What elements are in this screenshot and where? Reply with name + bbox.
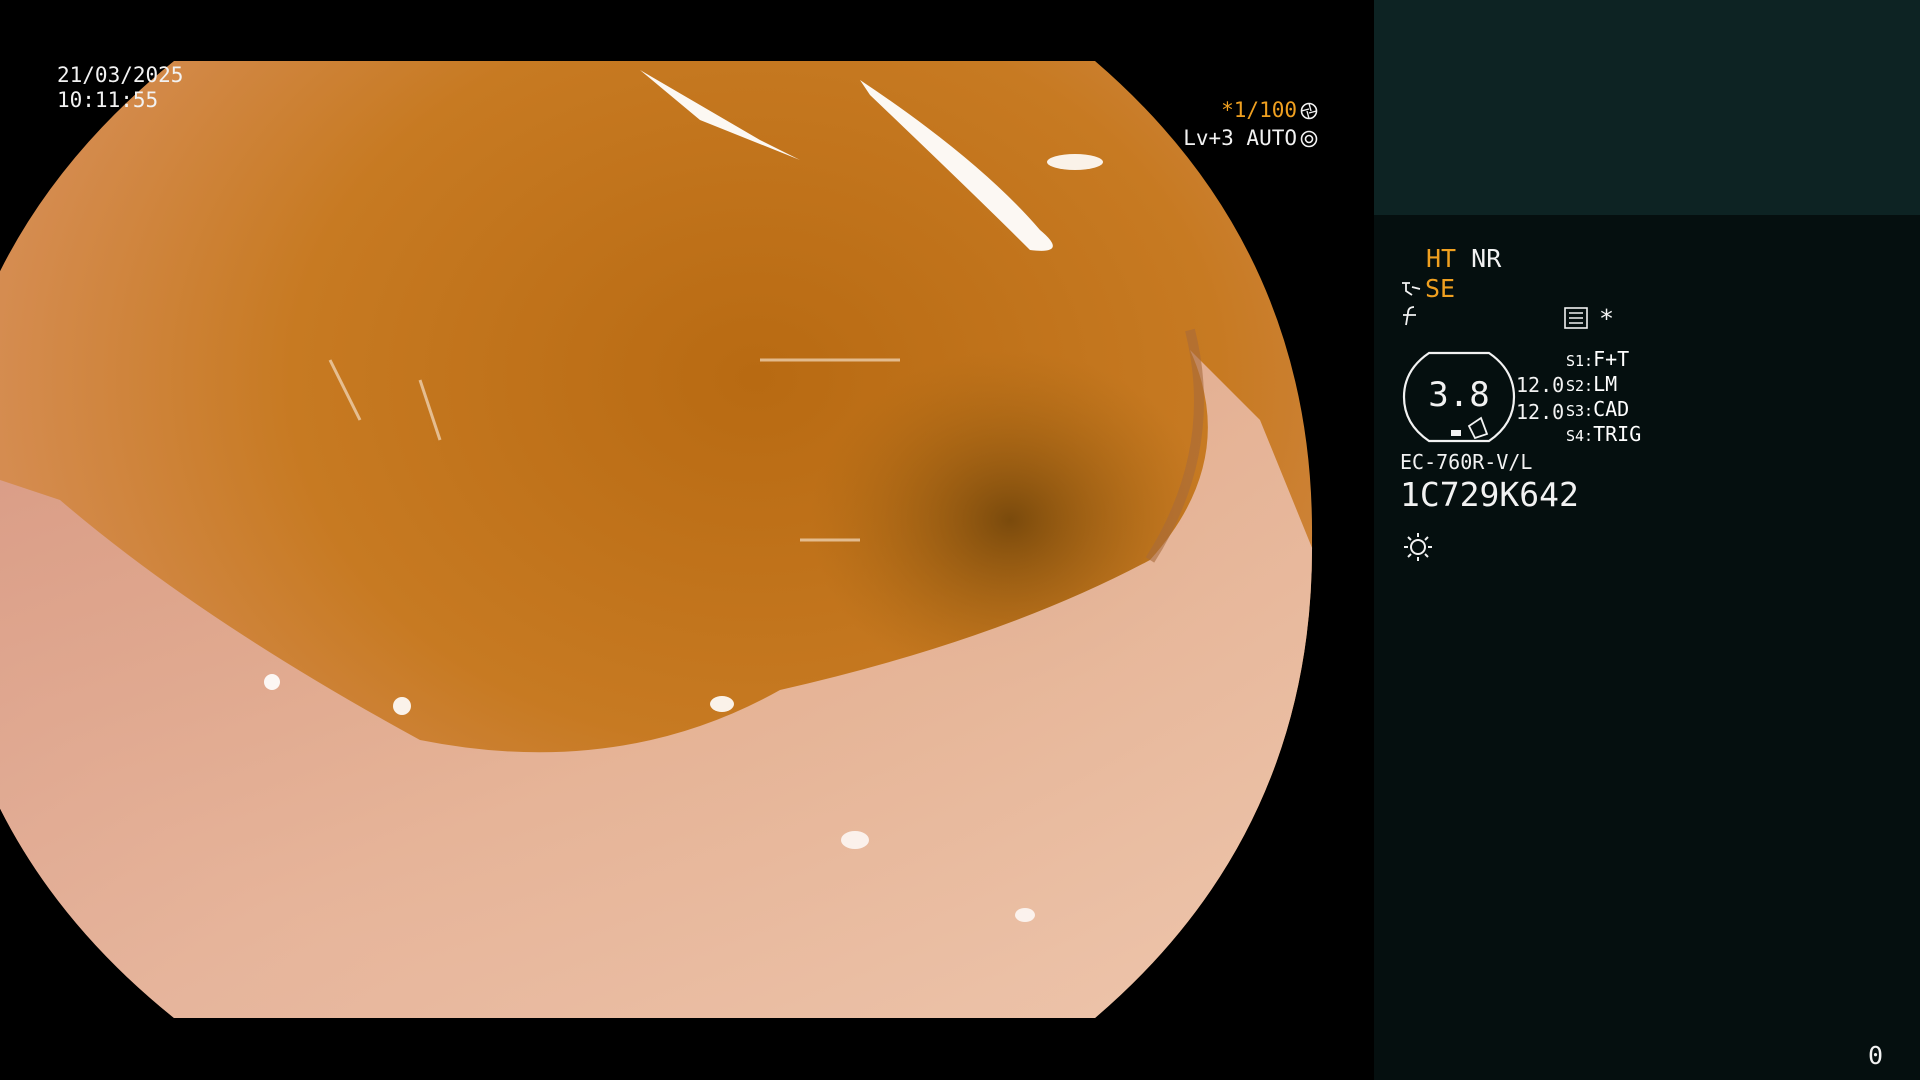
- switch-key: S3:: [1566, 402, 1594, 420]
- switch-key: S4:: [1566, 427, 1594, 445]
- light-icon: [1404, 533, 1432, 561]
- switch-s1: S1:F+T: [1566, 347, 1629, 374]
- datetime-display: 21/03/2025 10:11:55: [57, 63, 183, 113]
- switch-label: CAD: [1593, 397, 1630, 421]
- date-text: 21/03/2025: [57, 63, 184, 87]
- ht-nr-indicator: HT NR: [1426, 245, 1501, 273]
- switch-s3: S3:CAD: [1566, 397, 1629, 424]
- switch-label: LM: [1593, 372, 1618, 396]
- endoscopic-image: [0, 61, 1313, 1018]
- shutter-value: 1/100: [1233, 98, 1297, 122]
- iris-icon: [1300, 130, 1318, 148]
- f-indicator: [1400, 305, 1422, 333]
- aperture-icon: [1300, 102, 1318, 120]
- se-indicator: SE: [1400, 275, 1455, 303]
- gauge-value: 3.8: [1428, 375, 1490, 415]
- frame-counter: 0: [1868, 1041, 1884, 1070]
- mode-icon: [1402, 282, 1421, 296]
- scope-model: EC-760R-V/L: [1400, 450, 1533, 474]
- value-a: 12.0: [1516, 373, 1565, 397]
- ht-label: HT: [1426, 244, 1457, 273]
- exposure-mode-text: AUTO: [1246, 126, 1297, 150]
- switch-label: F+T: [1593, 347, 1630, 371]
- scope-serial: 1C729K642: [1400, 475, 1579, 514]
- endoscopy-video-area: 21/03/2025 10:11:55 *1/100 Lv+3 AUTO: [0, 0, 1374, 1080]
- switch-s4: S4:TRIG: [1566, 422, 1641, 449]
- shutter-prefix: *: [1221, 98, 1234, 122]
- switch-key: S1:: [1566, 352, 1594, 370]
- level-text: Lv+3: [1183, 126, 1234, 150]
- value-b: 12.0: [1516, 400, 1565, 424]
- shutter-display: *1/100: [1221, 98, 1318, 123]
- f-icon: [1403, 306, 1416, 326]
- se-label: SE: [1425, 274, 1456, 303]
- status-panel: HT NR SE * 3.8 12.0 12.0 S1:F+T S2:LM S3…: [1374, 0, 1920, 1080]
- switch-key: S2:: [1566, 377, 1594, 395]
- nr-label: NR: [1471, 244, 1502, 273]
- switch-s2: S2:LM: [1566, 372, 1617, 399]
- time-text: 10:11:55: [57, 88, 159, 112]
- asterisk-indicator: *: [1599, 304, 1615, 333]
- menu-icon: [1564, 307, 1588, 329]
- level-display: Lv+3 AUTO: [1183, 126, 1318, 151]
- switch-label: TRIG: [1593, 422, 1642, 446]
- panel-header-area: [1374, 0, 1920, 215]
